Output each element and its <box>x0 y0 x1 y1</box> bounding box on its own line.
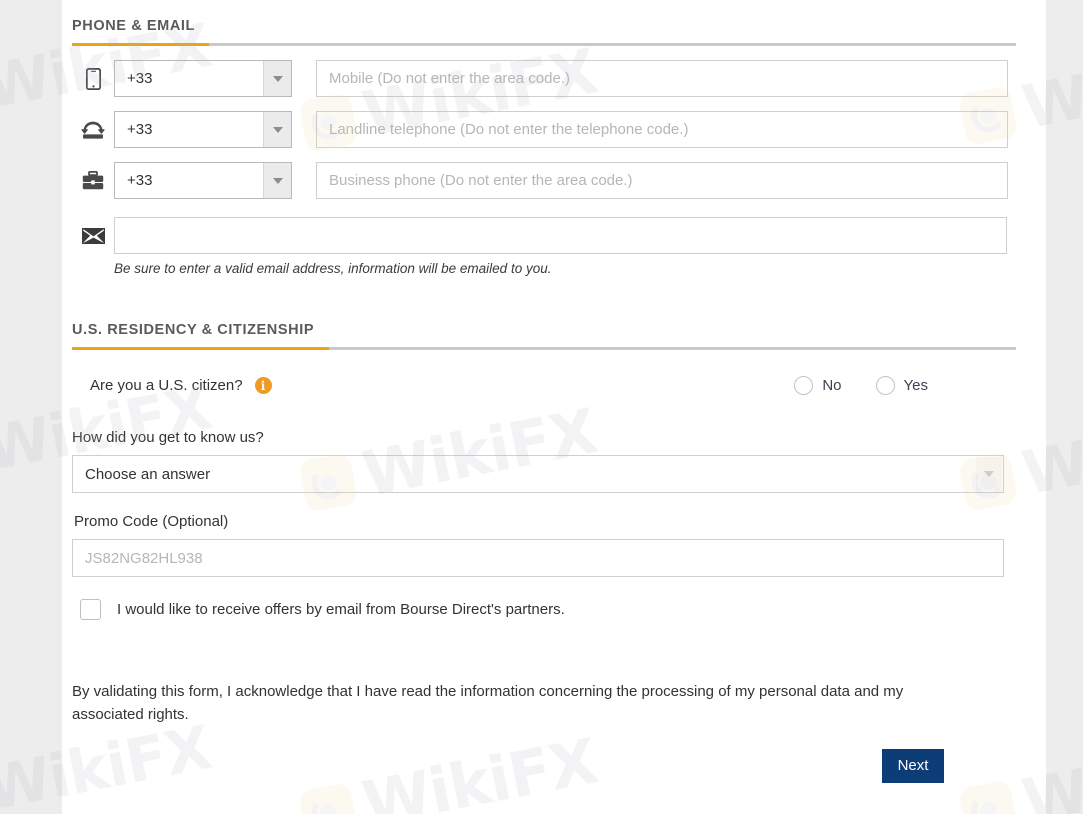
landline-country-code-value: +33 <box>127 121 153 138</box>
mobile-country-code-select[interactable]: +33 <box>114 60 292 97</box>
landline-phone-input[interactable] <box>316 111 1008 148</box>
briefcase-icon <box>72 171 114 190</box>
section-residency: U.S. RESIDENCY & CITIZENSHIP <box>72 304 1016 350</box>
business-country-code-value: +33 <box>127 172 153 189</box>
radio-label-yes: Yes <box>903 377 928 394</box>
chevron-down-icon[interactable] <box>976 457 1002 491</box>
form-actions: Next <box>72 748 1016 783</box>
know-us-label: How did you get to know us? <box>72 429 264 446</box>
us-citizen-row: Are you a U.S. citizen? i No Yes <box>72 376 1016 395</box>
business-country-code-select[interactable]: +33 <box>114 162 292 199</box>
chevron-down-icon[interactable] <box>263 61 291 96</box>
mobile-phone-row: +33 <box>72 60 1016 97</box>
offers-checkbox-row[interactable]: I would like to receive offers by email … <box>72 599 1016 620</box>
landline-country-code-select[interactable]: +33 <box>114 111 292 148</box>
know-us-block: How did you get to know us? Choose an an… <box>72 429 1016 493</box>
radio-option-yes[interactable]: Yes <box>875 376 928 395</box>
offers-checkbox-label: I would like to receive offers by email … <box>117 601 565 618</box>
landline-telephone-icon <box>72 121 114 139</box>
promo-code-input[interactable] <box>72 539 1004 577</box>
landline-phone-row: +33 <box>72 111 1016 148</box>
mobile-phone-icon <box>72 67 114 90</box>
mobile-country-code-value: +33 <box>127 70 153 87</box>
next-button[interactable]: Next <box>882 748 944 783</box>
form-page: PHONE & EMAIL +33 +33 <box>62 0 1046 814</box>
business-phone-row: +33 <box>72 162 1016 199</box>
offers-checkbox[interactable] <box>80 599 101 620</box>
radio-dot-no[interactable] <box>794 376 814 395</box>
know-us-selected-value: Choose an answer <box>85 465 211 483</box>
promo-code-block: Promo Code (Optional) <box>72 513 1016 577</box>
section-rule <box>72 347 1016 350</box>
section-title-phone-email: PHONE & EMAIL <box>72 18 195 34</box>
section-title-residency: U.S. RESIDENCY & CITIZENSHIP <box>72 322 315 338</box>
us-citizen-question: Are you a U.S. citizen? <box>90 377 243 394</box>
info-circle-icon[interactable]: i <box>254 377 272 394</box>
section-phone-email: PHONE & EMAIL <box>72 0 1016 46</box>
know-us-select[interactable]: Choose an answer <box>72 455 1004 493</box>
email-hint: Be sure to enter a valid email address, … <box>114 261 552 276</box>
email-input[interactable] <box>114 217 1007 254</box>
envelope-icon <box>72 227 114 244</box>
promo-code-label: Promo Code (Optional) <box>74 513 229 530</box>
section-rule <box>72 43 1016 46</box>
form-content: PHONE & EMAIL +33 +33 <box>72 0 1016 783</box>
email-row <box>72 217 1016 254</box>
chevron-down-icon[interactable] <box>263 112 291 147</box>
radio-label-no: No <box>822 377 842 394</box>
chevron-down-icon[interactable] <box>263 163 291 198</box>
mobile-phone-input[interactable] <box>316 60 1008 97</box>
us-citizen-radio-group: No Yes <box>794 376 1016 395</box>
business-phone-input[interactable] <box>316 162 1008 199</box>
radio-dot-yes[interactable] <box>875 376 895 395</box>
legal-text: By validating this form, I acknowledge t… <box>72 683 904 724</box>
radio-option-no[interactable]: No <box>794 376 842 395</box>
